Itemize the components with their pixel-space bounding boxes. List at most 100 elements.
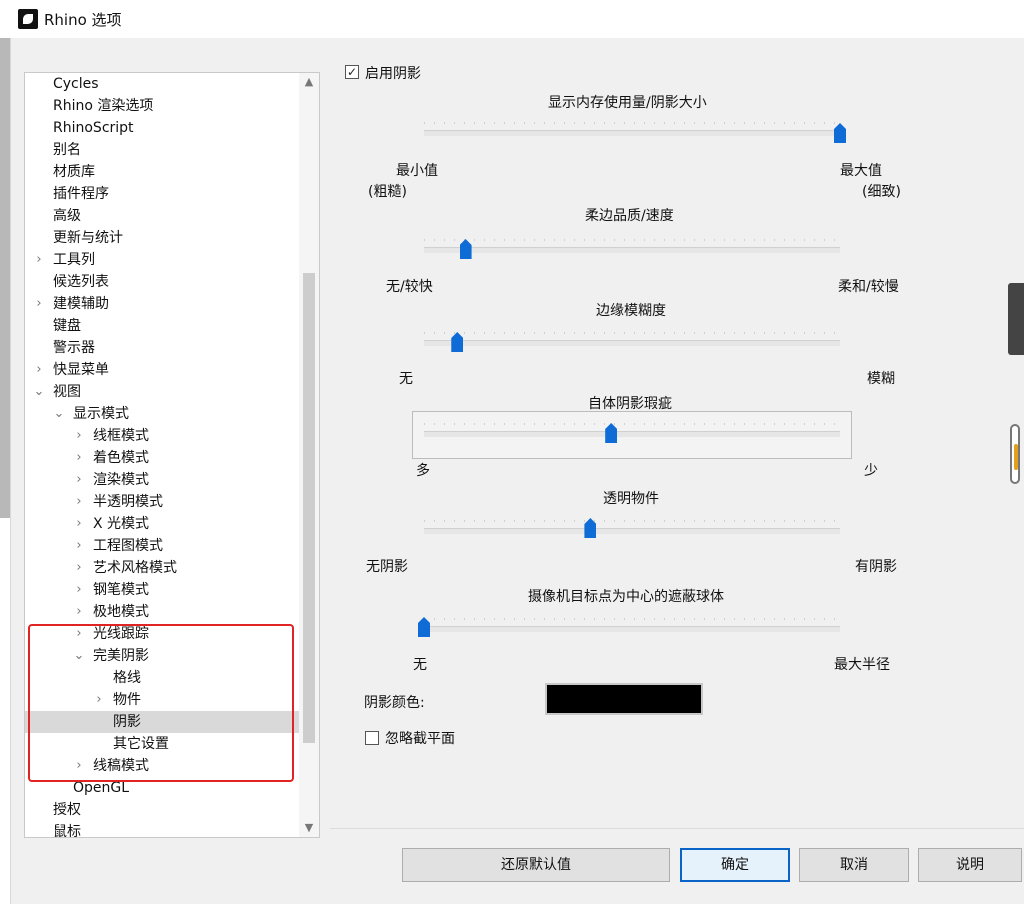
chevron-right-icon[interactable]: › [73,579,85,601]
tree-item[interactable]: ⌄ 完美阴影 [25,645,299,667]
chevron-right-icon[interactable]: › [73,491,85,513]
tree-item[interactable]: 格线 [25,667,299,689]
tree-item-label: RhinoScript [53,120,134,136]
chevron-right-icon[interactable]: › [73,535,85,557]
tree-item-label: 着色模式 [93,450,149,466]
tree-item[interactable]: › 建模辅助 [25,293,299,315]
tree-item[interactable]: Cycles [25,73,299,95]
tree-item[interactable]: › 物件 [25,689,299,711]
tree-item[interactable]: › X 光模式 [25,513,299,535]
tree-item[interactable]: › 快显菜单 [25,359,299,381]
blur-min-label: 无 [399,371,413,387]
tree-scrollbar[interactable]: ▲ ▼ [299,73,319,837]
chevron-down-icon[interactable]: ⌄ [53,403,65,425]
tree-item-label: 渲染模式 [93,472,149,488]
tree-item[interactable]: 键盘 [25,315,299,337]
ignore-clipping-checkbox[interactable] [365,731,379,745]
memory-max-label: 最大值 [840,163,882,179]
chevron-right-icon[interactable]: › [33,359,45,381]
chevron-right-icon[interactable]: › [93,689,105,711]
tree-item[interactable]: ⌄ 视图 [25,381,299,403]
chevron-right-icon[interactable]: › [73,447,85,469]
tree-item[interactable]: 插件程序 [25,183,299,205]
camera-max-label: 最大半径 [834,657,890,673]
camera-slider-track[interactable] [424,626,840,632]
tree-item[interactable]: › 钢笔模式 [25,579,299,601]
tree-item-label: 插件程序 [53,186,109,202]
scrollbar-thumb[interactable] [303,273,315,743]
tree-item[interactable]: › 线稿模式 [25,755,299,777]
tree-item-label: OpenGL [73,780,130,796]
tree-item[interactable]: › 极地模式 [25,601,299,623]
tree-item[interactable]: 鼠标 [25,821,299,837]
window-title: Rhino 选项 [44,11,122,29]
restore-defaults-button[interactable]: 还原默认值 [402,848,670,882]
tree-item[interactable]: › 线框模式 [25,425,299,447]
blur-slider-track[interactable] [424,340,840,346]
tree-item-label: 其它设置 [113,736,169,752]
tree-item[interactable]: 阴影 [25,711,299,733]
camera-min-label: 无 [413,657,427,673]
chevron-down-icon[interactable]: ⌄ [33,381,45,403]
side-panel-tab[interactable] [1008,283,1024,355]
enable-shadows-label: 启用阴影 [365,66,421,82]
chevron-down-icon[interactable]: ⌄ [73,645,85,667]
memory-max-sub: (细致) [862,184,901,200]
help-button[interactable]: 说明 [918,848,1022,882]
scroll-down-arrow-icon[interactable]: ▼ [299,819,319,837]
tree-item[interactable]: › 光线跟踪 [25,623,299,645]
tree-item[interactable]: OpenGL [25,777,299,799]
chevron-right-icon[interactable]: › [73,425,85,447]
tree-item[interactable]: › 艺术风格模式 [25,557,299,579]
chevron-right-icon[interactable]: › [73,469,85,491]
tree-item[interactable]: 候选列表 [25,271,299,293]
background-window-strip [0,38,10,518]
options-tree[interactable]: 鼠标 授权 OpenGL › 线稿模式 其它设置 阴影 › 物件 格线 ⌄ 完美阴影 › 光线跟踪 › 极地模… [24,72,320,838]
button-divider [330,828,1024,829]
tree-item[interactable]: › 工程图模式 [25,535,299,557]
chevron-right-icon[interactable]: › [73,755,85,777]
chevron-right-icon[interactable]: › [73,513,85,535]
chevron-right-icon[interactable]: › [33,293,45,315]
scroll-up-arrow-icon[interactable]: ▲ [299,73,319,91]
side-scroll-indicator[interactable] [1010,424,1020,484]
tree-item-label: 显示模式 [73,406,129,422]
tree-item[interactable]: 授权 [25,799,299,821]
softness-max-label: 柔和/较慢 [838,279,899,295]
cancel-button[interactable]: 取消 [799,848,909,882]
tree-item[interactable]: › 半透明模式 [25,491,299,513]
tree-item-label: 工具列 [53,252,95,268]
tree-item[interactable]: 更新与统计 [25,227,299,249]
rhino-app-icon [18,9,38,29]
tree-item-label: 建模辅助 [53,296,109,312]
self-shadow-slider-track[interactable] [424,431,840,437]
tree-item[interactable]: ⌄ 显示模式 [25,403,299,425]
chevron-right-icon[interactable]: › [33,249,45,271]
tree-item-label: 快显菜单 [53,362,109,378]
transparent-slider-track[interactable] [424,528,840,534]
memory-slider-track[interactable] [424,130,840,136]
tree-item[interactable]: RhinoScript [25,117,299,139]
tree-item-label: 视图 [53,384,81,400]
tree-item[interactable]: 高级 [25,205,299,227]
tree-item[interactable]: 其它设置 [25,733,299,755]
chevron-right-icon[interactable]: › [73,623,85,645]
tree-item-label: 工程图模式 [93,538,163,554]
self-shadow-slider-title: 自体阴影瑕疵 [588,396,672,412]
chevron-right-icon[interactable]: › [73,601,85,623]
chevron-right-icon[interactable]: › [73,557,85,579]
ok-button[interactable]: 确定 [680,848,790,882]
tree-item[interactable]: › 工具列 [25,249,299,271]
tree-item[interactable]: 材质库 [25,161,299,183]
tree-item[interactable]: 别名 [25,139,299,161]
tree-item[interactable]: 警示器 [25,337,299,359]
tree-item-label: 材质库 [53,164,95,180]
tree-item-label: Rhino 渲染选项 [53,98,154,114]
softness-slider-track[interactable] [424,247,840,253]
enable-shadows-checkbox[interactable]: ✓ [345,65,359,79]
tree-item[interactable]: Rhino 渲染选项 [25,95,299,117]
tree-item[interactable]: › 着色模式 [25,447,299,469]
shadow-color-swatch[interactable] [545,683,703,715]
tree-item[interactable]: › 渲染模式 [25,469,299,491]
tree-item-label: 阴影 [113,714,141,730]
